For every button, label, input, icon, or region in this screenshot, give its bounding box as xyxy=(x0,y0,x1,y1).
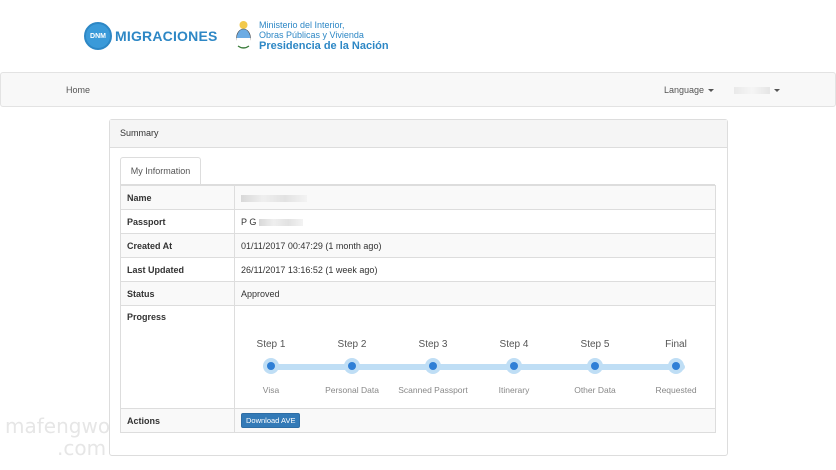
last-updated-label: Last Updated xyxy=(120,257,235,282)
table-row: Progress Step 1 Visa Step 2 Personal Dat… xyxy=(120,305,716,409)
progress-value: Step 1 Visa Step 2 Personal Data Step 3 … xyxy=(234,305,716,409)
user-dropdown[interactable] xyxy=(734,85,780,95)
step-subtitle: Itinerary xyxy=(498,385,530,395)
watermark-line-1: mafengwo xyxy=(5,414,111,438)
progress-tracker: Step 1 Visa Step 2 Personal Data Step 3 … xyxy=(235,307,715,407)
migraciones-logo[interactable]: DNM MIGRACIONES xyxy=(84,22,218,50)
table-row: Passport P G xyxy=(120,209,716,234)
chevron-down-icon xyxy=(774,89,780,93)
status-label: Status xyxy=(120,281,235,306)
last-updated-value: 26/11/2017 13:16:52 (1 week ago) xyxy=(234,257,716,282)
passport-label: Passport xyxy=(120,209,235,234)
nav-home-link[interactable]: Home xyxy=(66,85,90,95)
ministry-line-3: Presidencia de la Nación xyxy=(259,40,389,52)
step-complete-icon xyxy=(587,358,603,374)
step-complete-icon xyxy=(425,358,441,374)
step-title: Step 5 xyxy=(580,339,610,350)
panel-title: Summary xyxy=(110,120,727,148)
step-complete-icon xyxy=(263,358,279,374)
step-subtitle: Personal Data xyxy=(325,385,379,395)
status-value: Approved xyxy=(234,281,716,306)
name-redacted xyxy=(241,194,307,202)
coat-of-arms-icon xyxy=(236,21,251,49)
actions-label: Actions xyxy=(120,408,235,433)
passport-value: P G xyxy=(234,209,716,234)
created-at-value: 01/11/2017 00:47:29 (1 month ago) xyxy=(234,233,716,258)
language-label: Language xyxy=(664,85,705,95)
step-complete-icon xyxy=(506,358,522,374)
name-label: Name xyxy=(120,185,235,210)
summary-panel: Summary My Information Name Passport P G… xyxy=(109,119,728,456)
step-title: Final xyxy=(665,339,687,350)
tab-my-information[interactable]: My Information xyxy=(120,157,201,185)
top-navbar: Home Language xyxy=(0,72,836,107)
chevron-down-icon xyxy=(708,89,715,93)
step-subtitle: Scanned Passport xyxy=(398,385,468,395)
step-title: Step 4 xyxy=(499,339,529,350)
information-table: Name Passport P G Created At 01/11/2017 … xyxy=(120,185,716,433)
table-row: Actions Download AVE xyxy=(120,408,716,433)
table-row: Status Approved xyxy=(120,281,716,306)
step-subtitle: Requested xyxy=(655,385,697,395)
dnm-badge-icon: DNM xyxy=(84,22,112,50)
ministry-line-1: Ministerio del Interior, xyxy=(259,20,345,30)
name-value xyxy=(234,185,716,210)
language-dropdown[interactable]: Language xyxy=(664,85,715,95)
watermark: mafengwo .com xyxy=(5,415,110,459)
created-at-label: Created At xyxy=(120,233,235,258)
actions-value: Download AVE xyxy=(234,408,716,433)
watermark-line-2: .com xyxy=(57,436,107,460)
site-header: DNM MIGRACIONES Ministerio del Interior,… xyxy=(0,0,836,72)
table-row: Last Updated 26/11/2017 13:16:52 (1 week… xyxy=(120,257,716,282)
step-subtitle: Visa xyxy=(262,385,280,395)
step-subtitle: Other Data xyxy=(574,385,616,395)
ministry-line-2: Obras Públicas y Vivienda xyxy=(259,30,364,40)
progress-label: Progress xyxy=(120,305,235,409)
step-complete-icon xyxy=(668,358,684,374)
user-name-redacted xyxy=(734,87,770,95)
step-title: Step 1 xyxy=(256,339,286,350)
download-ave-button[interactable]: Download AVE xyxy=(241,413,301,428)
migraciones-wordmark: MIGRACIONES xyxy=(115,28,218,44)
step-title: Step 3 xyxy=(418,339,448,350)
passport-prefix: P G xyxy=(241,216,257,227)
table-row: Created At 01/11/2017 00:47:29 (1 month … xyxy=(120,233,716,258)
table-row: Name xyxy=(120,185,716,210)
progress-track xyxy=(265,364,685,370)
passport-redacted xyxy=(258,218,303,226)
step-title: Step 2 xyxy=(337,339,367,350)
ministry-logo: Ministerio del Interior, Obras Públicas … xyxy=(235,20,389,53)
step-complete-icon xyxy=(344,358,360,374)
